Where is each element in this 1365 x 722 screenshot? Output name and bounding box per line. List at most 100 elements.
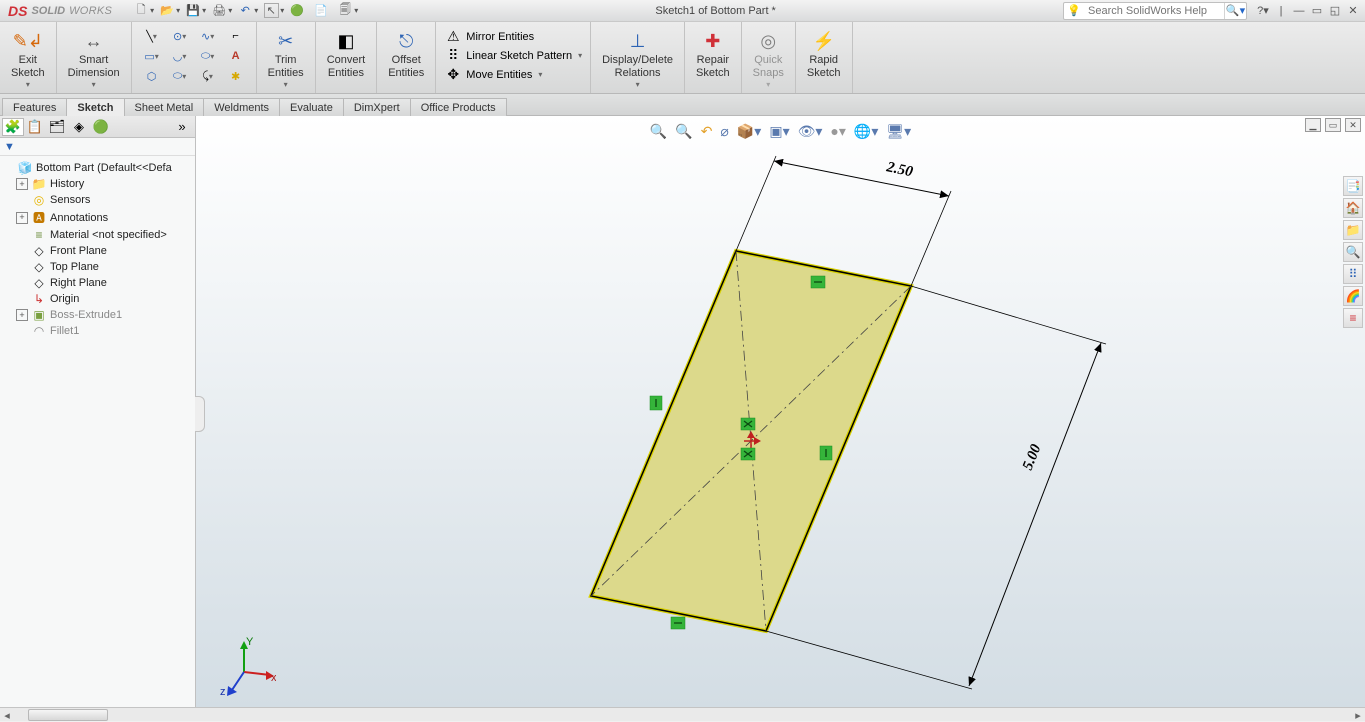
- fillet-tool-button[interactable]: ⌐: [224, 26, 248, 46]
- rebuild-button[interactable]: 🟢: [286, 1, 308, 21]
- constraint-coincident-icon[interactable]: [741, 448, 755, 460]
- select-button[interactable]: ↖: [260, 1, 282, 21]
- constraint-vertical-icon[interactable]: [650, 396, 662, 410]
- linear-pattern-button[interactable]: ⠿Linear Sketch Pattern▾: [444, 47, 582, 64]
- mirror-entities-button[interactable]: ⚠Mirror Entities: [444, 28, 582, 45]
- display-manager-tab[interactable]: 🟢: [90, 118, 112, 136]
- quick-snaps-button[interactable]: ◎ Quick Snaps ▾: [750, 26, 787, 92]
- options2-button[interactable]: 🗐: [334, 1, 356, 21]
- minimize-button[interactable]: —: [1291, 3, 1307, 19]
- text-tool-button[interactable]: A: [224, 46, 248, 66]
- repair-sketch-button[interactable]: ✚ Repair Sketch: [693, 26, 733, 82]
- scroll-right-button[interactable]: ▸: [1351, 708, 1365, 722]
- tree-item-material[interactable]: ≡Material <not specified>: [2, 227, 193, 243]
- tab-features[interactable]: Features: [2, 98, 67, 116]
- tab-office-products[interactable]: Office Products: [410, 98, 507, 116]
- line-tool-button[interactable]: ╲▾: [140, 26, 164, 46]
- arc2-tool-button[interactable]: ⤹▾: [196, 66, 220, 86]
- tab-dimxpert[interactable]: DimXpert: [343, 98, 411, 116]
- dropdown-arrow-icon[interactable]: ▾: [538, 70, 542, 79]
- constraint-vertical-icon[interactable]: [820, 446, 832, 460]
- new-file-button[interactable]: 🗋: [130, 1, 152, 21]
- dropdown-arrow-icon[interactable]: ▾: [150, 6, 154, 15]
- design-library-tab[interactable]: 🏠: [1343, 198, 1363, 218]
- dropdown-arrow-icon[interactable]: ▾: [254, 6, 258, 15]
- help-button[interactable]: ?▾: [1255, 3, 1271, 19]
- view-triad-icon[interactable]: Y x z: [216, 637, 276, 697]
- help-search[interactable]: 💡 🔍▾: [1063, 2, 1247, 20]
- property-manager-tab[interactable]: 📋: [24, 118, 46, 136]
- restore-button[interactable]: ▭: [1309, 3, 1325, 19]
- custom-props-tab[interactable]: 🌈: [1343, 286, 1363, 306]
- ellipse-tool-button[interactable]: ⬭▾: [196, 46, 220, 66]
- graphics-area[interactable]: ▁ ▭ ✕ 🔍 🔍 ↶ ⌀ 📦▾ ▣▾ 👁▾ ●▾ 🌐▾ 🖥▾: [196, 116, 1365, 707]
- tab-weldments[interactable]: Weldments: [203, 98, 280, 116]
- tab-sketch[interactable]: Sketch: [66, 98, 124, 116]
- tree-root[interactable]: 🧊 Bottom Part (Default<<Defa: [2, 160, 193, 176]
- expand-icon[interactable]: +: [16, 309, 28, 321]
- file-explorer-tab[interactable]: 📁: [1343, 220, 1363, 240]
- filter-icon[interactable]: ▼: [4, 141, 15, 153]
- dropdown-arrow-icon[interactable]: ▾: [280, 6, 284, 15]
- close-button[interactable]: ✕: [1345, 3, 1361, 19]
- undo-button[interactable]: ↶: [234, 1, 256, 21]
- tab-evaluate[interactable]: Evaluate: [279, 98, 344, 116]
- horizontal-scrollbar[interactable]: ◂ ▸: [0, 707, 1365, 721]
- save-button[interactable]: 💾: [182, 1, 204, 21]
- forum-tab[interactable]: ≡: [1343, 308, 1363, 328]
- expand-icon[interactable]: +: [16, 212, 28, 224]
- tree-item-boss-extrude[interactable]: +▣Boss-Extrude1: [2, 307, 193, 323]
- dropdown-arrow-icon[interactable]: ▾: [92, 80, 96, 89]
- move-entities-button[interactable]: ✥Move Entities▾: [444, 66, 582, 83]
- trim-entities-button[interactable]: ✂ Trim Entities ▾: [265, 26, 307, 92]
- options-button[interactable]: 📄: [310, 1, 332, 21]
- arc-tool-button[interactable]: ◡▾: [168, 46, 192, 66]
- offset-entities-button[interactable]: ⎋ Offset Entities: [385, 26, 427, 82]
- convert-entities-button[interactable]: ◧ Convert Entities: [324, 26, 369, 82]
- constraint-horizontal-icon[interactable]: [811, 276, 825, 288]
- tree-item-history[interactable]: +📁History: [2, 176, 193, 192]
- spline-tool-button[interactable]: ∿▾: [196, 26, 220, 46]
- sketch-canvas[interactable]: 2.50 5.00: [196, 116, 1365, 707]
- tree-item-origin[interactable]: ↳Origin: [2, 291, 193, 307]
- display-delete-relations-button[interactable]: ⊥ Display/Delete Relations ▾: [599, 26, 676, 92]
- panel-overflow-button[interactable]: »: [171, 118, 193, 136]
- feature-tree-tab[interactable]: 🧩: [2, 118, 24, 136]
- help-search-input[interactable]: [1084, 5, 1224, 17]
- tree-item-top-plane[interactable]: ◇Top Plane: [2, 259, 193, 275]
- dropdown-arrow-icon[interactable]: ▾: [153, 32, 157, 41]
- open-file-button[interactable]: 📂: [156, 1, 178, 21]
- rect-tool-button[interactable]: ▭▾: [140, 46, 164, 66]
- constraint-coincident-icon[interactable]: [741, 418, 755, 430]
- view-palette-tab[interactable]: 🔍: [1343, 242, 1363, 262]
- dropdown-arrow-icon[interactable]: ▾: [176, 6, 180, 15]
- dropdown-arrow-icon[interactable]: ▾: [354, 6, 358, 15]
- slot-tool-button[interactable]: ⬭▾: [168, 66, 192, 86]
- constraint-horizontal-icon[interactable]: [671, 617, 685, 629]
- solidworks-resources-tab[interactable]: 📑: [1343, 176, 1363, 196]
- point-tool-button[interactable]: ✱: [224, 66, 248, 86]
- dropdown-arrow-icon[interactable]: ▾: [578, 51, 582, 60]
- tree-item-right-plane[interactable]: ◇Right Plane: [2, 275, 193, 291]
- tree-item-sensors[interactable]: ◎Sensors: [2, 192, 193, 208]
- rapid-sketch-button[interactable]: ⚡ Rapid Sketch: [804, 26, 844, 82]
- dimxpert-manager-tab[interactable]: ◈: [68, 118, 90, 136]
- tree-item-annotations[interactable]: +🅰Annotations: [2, 208, 193, 227]
- dropdown-arrow-icon[interactable]: ▾: [26, 80, 30, 89]
- tree-item-fillet[interactable]: ◠Fillet1: [2, 323, 193, 339]
- tab-sheet-metal[interactable]: Sheet Metal: [124, 98, 205, 116]
- exit-sketch-button[interactable]: ✎↲ Exit Sketch ▾: [8, 26, 48, 92]
- smart-dimension-button[interactable]: ↔︎ Smart Dimension ▾: [65, 26, 123, 92]
- maximize-button[interactable]: ◱: [1327, 3, 1343, 19]
- scroll-thumb[interactable]: [28, 709, 108, 721]
- tree-item-front-plane[interactable]: ◇Front Plane: [2, 243, 193, 259]
- polygon-tool-button[interactable]: ⬡: [140, 66, 164, 86]
- print-button[interactable]: 🖨: [208, 1, 230, 21]
- dropdown-arrow-icon[interactable]: ▾: [202, 6, 206, 15]
- config-manager-tab[interactable]: 🗂: [46, 118, 68, 136]
- expand-icon[interactable]: +: [16, 178, 28, 190]
- search-icon[interactable]: 🔍▾: [1224, 3, 1246, 19]
- circle-tool-button[interactable]: ⊙▾: [168, 26, 192, 46]
- scroll-left-button[interactable]: ◂: [0, 708, 14, 722]
- dropdown-arrow-icon[interactable]: ▾: [228, 6, 232, 15]
